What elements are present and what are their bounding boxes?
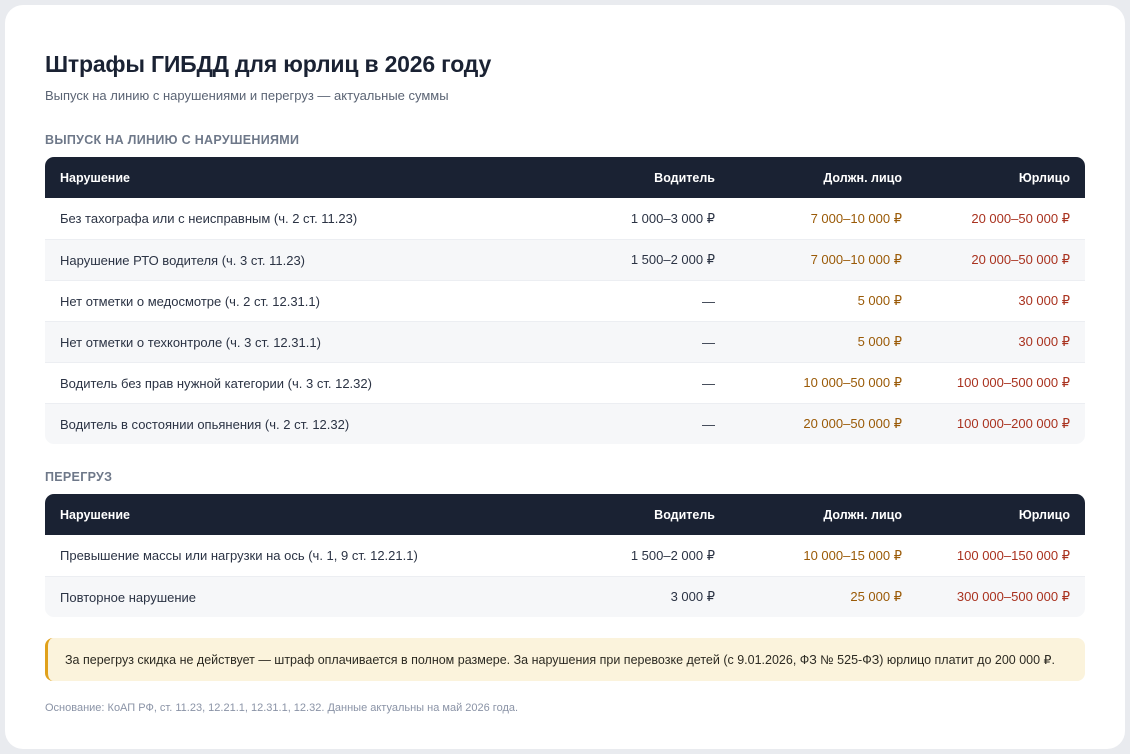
discount-warning-note: За перегруз скидка не действует — штраф …	[45, 638, 1085, 681]
driver-fine-cell: 1 500–2 000 ₽	[630, 547, 715, 563]
column-header-violation: Нарушение	[45, 157, 565, 198]
official-fine-cell: 25 000 ₽	[730, 576, 917, 617]
company-fine-cell: 100 000–150 000 ₽	[956, 547, 1070, 563]
official-fine-cell: 10 000–50 000 ₽	[730, 362, 917, 403]
official-fine-cell: 5 000 ₽	[730, 280, 917, 321]
section-label-dispatch: ВЫПУСК НА ЛИНИЮ С НАРУШЕНИЯМИ	[45, 133, 300, 147]
page-title: Штрафы ГИБДД для юрлиц в 2026 году	[45, 51, 492, 77]
violation-cell: Без тахографа или с неисправным (ч. 2 ст…	[60, 211, 358, 226]
official-fine-cell: 7 000–10 000 ₽	[810, 210, 902, 226]
company-fine-cell: 100 000–200 000 ₽	[917, 403, 1085, 444]
violation-cell: Водитель в состоянии опьянения (ч. 2 ст.…	[45, 403, 565, 444]
violation-cell: Водитель без прав нужной категории (ч. 3…	[45, 362, 565, 403]
driver-fine-cell: 1 500–2 000 ₽	[565, 239, 730, 280]
violation-cell: Нет отметки о медосмотре (ч. 2 ст. 12.31…	[45, 280, 565, 321]
table-row: Нарушение РТО водителя (ч. 3 ст. 11.23) …	[45, 239, 1085, 280]
table-row: Без тахографа или с неисправным (ч. 2 ст…	[45, 198, 1085, 239]
table-row: Нет отметки о медосмотре (ч. 2 ст. 12.31…	[45, 280, 1085, 321]
table-header-row: Нарушение Водитель Должн. лицо Юрлицо	[45, 157, 1085, 198]
table-row: Нет отметки о техконтроле (ч. 3 ст. 12.3…	[45, 321, 1085, 362]
violation-cell: Повторное нарушение	[45, 576, 565, 617]
driver-fine-cell: —	[565, 321, 730, 362]
driver-fine-cell: —	[565, 362, 730, 403]
table-row: Водитель без прав нужной категории (ч. 3…	[45, 362, 1085, 403]
company-fine-cell: 100 000–500 000 ₽	[917, 362, 1085, 403]
column-header-company: Юрлицо	[917, 494, 1085, 535]
company-fine-cell: 20 000–50 000 ₽	[917, 239, 1085, 280]
column-header-driver: Водитель	[565, 157, 730, 198]
official-fine-cell: 5 000 ₽	[730, 321, 917, 362]
violation-cell: Нарушение РТО водителя (ч. 3 ст. 11.23)	[45, 239, 565, 280]
column-header-company: Юрлицо	[917, 157, 1085, 198]
column-header-official: Должн. лицо	[730, 157, 917, 198]
fines-card: Штрафы ГИБДД для юрлиц в 2026 году Выпус…	[5, 5, 1125, 749]
violation-cell: Превышение массы или нагрузки на ось (ч.…	[60, 548, 418, 563]
section-label-overload: ПЕРЕГРУЗ	[45, 470, 113, 484]
column-header-driver: Водитель	[565, 494, 730, 535]
table-header-row: Нарушение Водитель Должн. лицо Юрлицо	[45, 494, 1085, 535]
driver-fine-cell: 1 000–3 000 ₽	[630, 210, 715, 226]
company-fine-cell: 300 000–500 000 ₽	[917, 576, 1085, 617]
note-text: За перегруз скидка не действует — штраф …	[65, 653, 1055, 667]
dispatch-fines-table: Нарушение Водитель Должн. лицо Юрлицо Бе…	[45, 157, 1085, 444]
official-fine-cell: 20 000–50 000 ₽	[730, 403, 917, 444]
column-header-official: Должн. лицо	[730, 494, 917, 535]
table-row: Водитель в состоянии опьянения (ч. 2 ст.…	[45, 403, 1085, 444]
company-fine-cell: 20 000–50 000 ₽	[971, 210, 1070, 226]
official-fine-cell: 10 000–15 000 ₽	[803, 547, 902, 563]
company-fine-cell: 30 000 ₽	[917, 280, 1085, 321]
legal-source-footnote: Основание: КоАП РФ, ст. 11.23, 12.21.1, …	[45, 702, 519, 714]
company-fine-cell: 30 000 ₽	[917, 321, 1085, 362]
table-row: Превышение массы или нагрузки на ось (ч.…	[45, 535, 1085, 576]
table-row: Повторное нарушение 3 000 ₽ 25 000 ₽ 300…	[45, 576, 1085, 617]
driver-fine-cell: —	[565, 403, 730, 444]
violation-cell: Нет отметки о техконтроле (ч. 3 ст. 12.3…	[45, 321, 565, 362]
column-header-violation: Нарушение	[45, 494, 565, 535]
driver-fine-cell: 3 000 ₽	[565, 576, 730, 617]
official-fine-cell: 7 000–10 000 ₽	[730, 239, 917, 280]
page-subtitle: Выпуск на линию с нарушениями и перегруз…	[45, 88, 449, 103]
driver-fine-cell: —	[565, 280, 730, 321]
overload-fines-table: Нарушение Водитель Должн. лицо Юрлицо Пр…	[45, 494, 1085, 617]
